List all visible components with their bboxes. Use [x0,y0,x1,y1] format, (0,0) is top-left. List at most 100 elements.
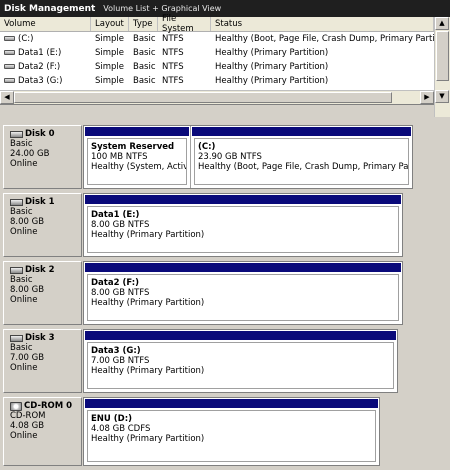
partition-status: Healthy (Primary Partition) [91,434,205,444]
cell-text: Basic [133,34,156,44]
disk-row: Disk 2 Basic 8.00 GB Online Data2 (F:) 8.00 G… [0,261,450,325]
disk-icon [10,266,23,274]
partition-size: 8.00 GB NTFS [91,220,150,230]
cdrom-icon [10,401,22,411]
cell-layout: Simple [91,62,129,72]
disk-name-text: Disk 2 [25,265,55,275]
cell-text: NTFS [162,76,184,86]
partition-name: Data3 (G:) [91,346,141,356]
partition-bar [85,331,396,340]
cell-volume: (C:) [0,34,91,44]
disk-status: Online [10,227,38,237]
cell-text: Basic [133,48,156,58]
drive-icon [4,50,15,55]
cell-volume: Data2 (F:) [0,62,91,72]
disk-name-text: Disk 3 [25,333,55,343]
partition-bar [85,127,189,136]
disk-name: Disk 2 [10,265,81,275]
drive-icon [4,78,15,83]
volume-table-header: Volume Layout Type File System Status [0,14,434,34]
scroll-right-button[interactable]: ▶ [420,91,434,104]
volume-row[interactable]: Data3 (G:) Simple Basic NTFS Healthy (Primar… [0,74,434,88]
partition-size: 7.00 GB NTFS [91,356,150,366]
disk-label[interactable]: Disk 0 Basic 24.00 GB Online [3,125,82,189]
partition[interactable]: Data3 (G:) 7.00 GB NTFS Healthy (Primary P… [84,330,397,392]
disk-status: Online [10,295,38,305]
cell-layout: Simple [91,34,129,44]
partition-bar [192,127,411,136]
vertical-scroll-thumb[interactable] [436,31,449,81]
disk-type: Basic [10,139,33,149]
disk-type: Basic [10,207,33,217]
partition-details: (C:) 23.90 GB NTFS Healthy (Boot, Page Fil… [194,138,409,185]
disk-icon [10,198,23,206]
disk-status: Online [10,431,38,441]
cell-status: Healthy (Primary Partition) [211,62,434,72]
horizontal-scroll-thumb[interactable] [14,92,392,103]
scroll-down-button[interactable]: ▼ [435,90,449,103]
cell-text: Healthy (Primary Partition) [215,62,329,72]
cell-type: Basic [129,48,158,58]
vertical-scrollbar[interactable]: ▲ ▼ [434,17,450,117]
partition-details: Data3 (G:) 7.00 GB NTFS Healthy (Primary P… [87,342,394,389]
partition-details: Data2 (F:) 8.00 GB NTFS Healthy (Primary P… [87,274,399,321]
disk-size: 7.00 GB [10,353,45,363]
partition[interactable]: (C:) 23.90 GB NTFS Healthy (Boot, Page Fil… [191,126,412,188]
column-header-status[interactable]: Status [211,17,434,31]
disk-size: 4.08 GB [10,421,45,431]
cell-text: Simple [95,48,125,58]
cell-type: Basic [129,34,158,44]
cell-status: Healthy (Primary Partition) [211,76,434,86]
disk-partition-area: Data1 (E:) 8.00 GB NTFS Healthy (Primary P… [83,193,403,257]
disk-status: Online [10,159,38,169]
view-mode: Volume List + Graphical View [103,4,222,13]
scroll-up-button[interactable]: ▲ [435,17,449,30]
cell-type: Basic [129,76,158,86]
volume-list[interactable]: Volume Layout Type File System Status (C… [0,14,450,117]
partition-details: ENU (D:) 4.08 GB CDFS Healthy (Primary Par… [87,410,376,462]
disk-name-text: Disk 1 [25,197,55,207]
partition-name: Data2 (F:) [91,278,139,288]
disk-row: Disk 3 Basic 7.00 GB Online Data3 (G:) 7.00 G… [0,329,450,393]
cell-text: Data2 (F:) [18,62,61,72]
cell-text: Healthy (Primary Partition) [215,48,329,58]
disk-type: CD-ROM [10,411,46,421]
cell-status: Healthy (Boot, Page File, Crash Dump, Pr… [211,34,434,44]
volume-row[interactable]: Data1 (E:) Simple Basic NTFS Healthy (Primar… [0,46,434,60]
cell-text: Basic [133,62,156,72]
cell-type: Basic [129,62,158,72]
partition[interactable]: Data2 (F:) 8.00 GB NTFS Healthy (Primary P… [84,262,402,324]
cell-file-system: NTFS [158,62,211,72]
volume-row[interactable]: Data2 (F:) Simple Basic NTFS Healthy (Primar… [0,60,434,74]
horizontal-scrollbar[interactable]: ◀ ▶ [0,90,434,104]
disk-row: Disk 0 Basic 24.00 GB Online System Reserved… [0,125,450,189]
disk-name: CD-ROM 0 [10,401,81,411]
cell-text: Simple [95,34,125,44]
cell-volume: Data3 (G:) [0,76,91,86]
partition[interactable]: System Reserved 100 MB NTFS Healthy (Syste… [84,126,191,188]
scroll-left-button[interactable]: ◀ [0,91,14,104]
title-bar: Disk Management Volume List + Graphical … [0,0,450,17]
disk-type: Basic [10,275,33,285]
partition-status: Healthy (System, Active, [91,162,187,172]
column-header-layout[interactable]: Layout [91,17,129,31]
partition[interactable]: Data1 (E:) 8.00 GB NTFS Healthy (Primary P… [84,194,402,256]
column-header-file-system[interactable]: File System [158,14,211,34]
disk-size: 24.00 GB [10,149,50,159]
disk-partition-area: Data2 (F:) 8.00 GB NTFS Healthy (Primary P… [83,261,403,325]
volume-row[interactable]: (C:) Simple Basic NTFS Healthy (Boot, Page F… [0,32,434,46]
cell-file-system: NTFS [158,48,211,58]
window-title: Disk Management [4,3,96,14]
disk-label[interactable]: Disk 3 Basic 7.00 GB Online [3,329,82,393]
disk-label[interactable]: Disk 2 Basic 8.00 GB Online [3,261,82,325]
disk-type: Basic [10,343,33,353]
disk-label[interactable]: Disk 1 Basic 8.00 GB Online [3,193,82,257]
partition-name: (C:) [198,142,216,152]
column-header-type[interactable]: Type [129,17,158,31]
drive-icon [4,36,15,41]
disk-name-text: Disk 0 [25,129,55,139]
disk-name: Disk 0 [10,129,81,139]
partition[interactable]: ENU (D:) 4.08 GB CDFS Healthy (Primary Par… [84,398,379,465]
column-header-volume[interactable]: Volume [0,17,91,31]
disk-label[interactable]: CD-ROM 0 CD-ROM 4.08 GB Online [3,397,82,466]
